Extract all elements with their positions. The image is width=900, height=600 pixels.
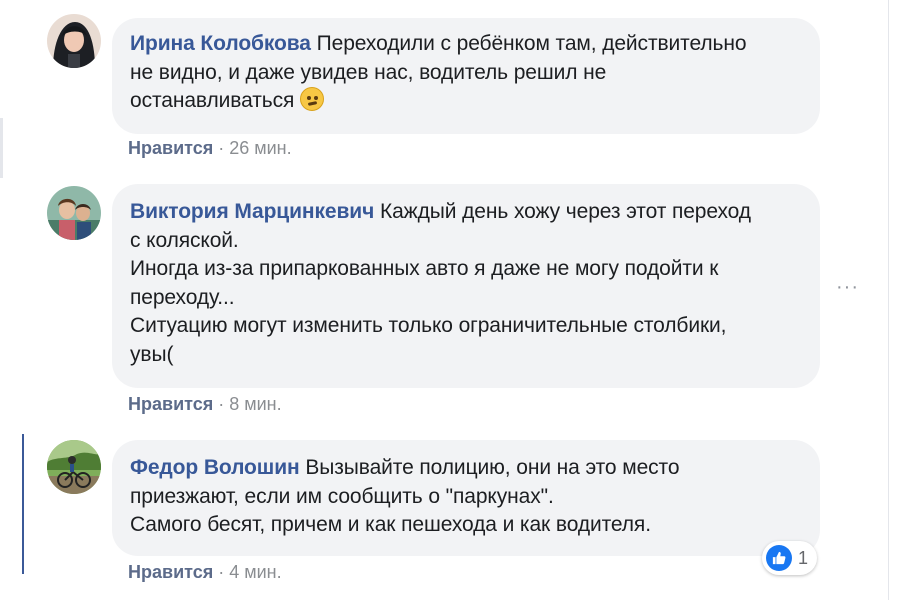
avatar-photo-icon [47,186,101,240]
comment-text: Ситуацию могут изменить только ограничит… [130,314,727,337]
meta-separator: · [218,394,225,414]
comment-text: Самого бесят, причем и как пешехода и ка… [130,513,651,536]
comment-text: увы( [130,342,174,366]
comment-time[interactable]: 8 мин. [229,394,281,414]
reply-thread-indicator [22,434,24,574]
comment-text: Вызывайте полицию, они на это место [305,456,680,479]
comment-bubble: Ирина Колобкова Переходили с ребёнком та… [112,18,820,134]
like-link[interactable]: Нравится [128,394,213,414]
comment-author[interactable]: Ирина Колобкова [130,32,311,55]
avatar-photo-icon [47,440,101,494]
reaction-count: 1 [798,547,809,568]
meta-separator: · [218,138,225,158]
like-link[interactable]: Нравится [128,562,213,582]
right-edge-divider [888,0,889,600]
comment-text: Переходили с ребёнком там, действительно [316,32,747,55]
comment-text: с коляской. [130,228,239,252]
comment-text: не видно, и даже увидев нас, водитель ре… [130,60,607,84]
comment-text: переходу... [130,285,235,309]
comment-meta: Нравится · 4 мин. [128,562,282,583]
like-reaction-icon [766,545,792,571]
left-edge-divider [0,118,3,178]
confused-face-icon [300,87,325,111]
comment-meta: Нравится · 8 мин. [128,394,282,415]
comment-time[interactable]: 26 мин. [229,138,291,158]
avatar-photo-icon [47,14,101,68]
comment-text: Иногда из-за припаркованных авто я даже … [130,257,719,280]
comment-meta: Нравится · 26 мин. [128,138,292,159]
avatar[interactable] [47,14,101,68]
comment-author[interactable]: Федор Волошин [130,456,300,479]
comment-text: Каждый день хожу через этот переход [379,200,751,223]
comment-bubble: Виктория Марцинкевич Каждый день хожу че… [112,184,820,388]
like-link[interactable]: Нравится [128,138,213,158]
avatar[interactable] [47,440,101,494]
comment-bubble: Федор Волошин Вызывайте полицию, они на … [112,440,820,556]
reaction-summary[interactable]: 1 [762,541,818,575]
comment-text: останавливаться [130,89,295,112]
comment-text: приезжают, если им сообщить о "паркунах"… [130,484,554,508]
meta-separator: · [218,562,225,582]
comment-author[interactable]: Виктория Марцинкевич [130,200,374,223]
avatar[interactable] [47,186,101,240]
more-options-icon[interactable]: ··· [836,277,859,297]
comment-time[interactable]: 4 мин. [229,562,281,582]
